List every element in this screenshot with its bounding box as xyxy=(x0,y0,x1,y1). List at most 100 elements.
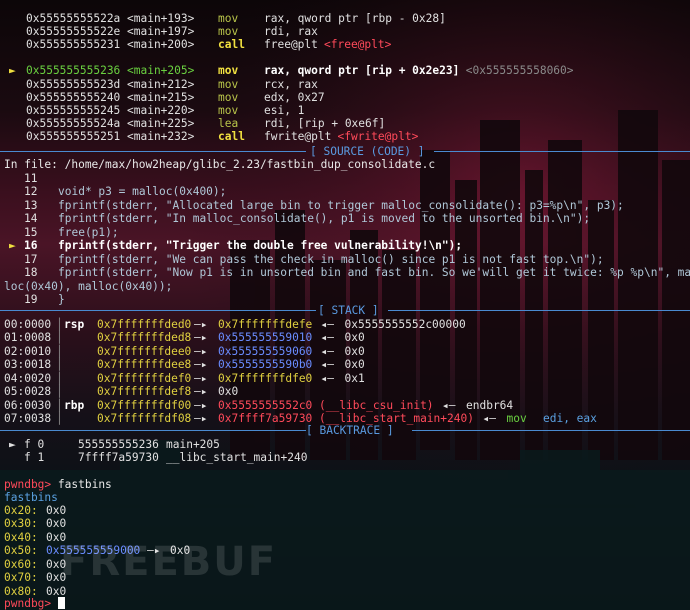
terminal-window: 0x55555555522a <main+193> mov rax, qword pt… xyxy=(0,0,690,610)
disasm-line: 0x55555555522e <main+197> mov rdi, rax xyxy=(0,25,690,38)
stack-value: 0x0 xyxy=(218,385,239,399)
stack-value: 0x5555555590b0 xyxy=(218,358,313,372)
source-line: 14 fprintf(stderr, "In malloc_consolidate… xyxy=(0,212,690,225)
stack-deref-value: 0x0 xyxy=(344,358,365,372)
fastbin-head: 0x0 xyxy=(46,504,67,517)
stack-arrow: ◂— xyxy=(320,331,334,345)
source-code-text: fprintf(stderr, "Allocated large bin to … xyxy=(58,198,624,212)
instruction-address: 0x55555555523d xyxy=(26,78,121,91)
fastbin-head: 0x0 xyxy=(46,517,67,531)
instruction-address: 0x55555555522a xyxy=(26,12,121,25)
stack-value: 0x5555555552c0 (__libc_csu_init) xyxy=(218,398,434,412)
instruction-operands: rax, qword ptr [rbp - 0x28] xyxy=(264,12,446,25)
source-line: ► 16 fprintf(stderr, "Trigger the double f… xyxy=(0,239,690,252)
instruction-operands: fwrite@plt xyxy=(264,130,332,143)
prompt-label: pwndbg> xyxy=(4,597,52,610)
fastbin-size: 0x40: xyxy=(4,530,38,544)
disasm-line: 0x55555555523d <main+212> mov rcx, rax xyxy=(0,78,690,91)
instruction-symbol: <main+232> xyxy=(127,130,195,143)
stack-index: 04:0020 xyxy=(4,371,52,385)
command-text: fastbins xyxy=(57,478,112,491)
instruction-address: 0x55555555524a xyxy=(26,117,121,130)
fastbin-size: 0x20: xyxy=(4,504,38,517)
source-line-number: 18 xyxy=(24,266,38,280)
stack-separator: [ STACK ] xyxy=(0,304,690,317)
stack-register: rsp xyxy=(64,318,85,331)
stack-divider: │ xyxy=(56,385,63,399)
backtrace-separator: [ BACKTRACE ] xyxy=(0,424,690,437)
instruction-target: <0x555555558060> xyxy=(465,64,574,77)
disasm-line: 0x555555555245 <main+220> mov esi, 1 xyxy=(0,104,690,117)
stack-deref-value: 0x0 xyxy=(344,344,365,358)
instruction-mnemonic: mov xyxy=(218,78,239,91)
instruction-target: <free@plt> xyxy=(324,38,392,51)
source-code-text: fprintf(stderr, "Now p1 is in unsorted b… xyxy=(58,266,690,280)
current-frame-arrow: ► xyxy=(9,438,16,451)
stack-row: 02:0010 │ 0x7fffffffdee0 —▸ 0x555555559060 ◂—… xyxy=(0,345,690,358)
stack-arrow: —▸ xyxy=(194,371,208,385)
stack-header: [ STACK ] xyxy=(318,304,379,317)
stack-row: 06:0030 │ rbp 0x7fffffffdf00 —▸ 0x5555555552c… xyxy=(0,399,690,412)
instruction-symbol: <main+193> xyxy=(127,12,195,25)
source-line-number: 14 xyxy=(24,212,38,226)
backtrace-frame: f 1 7ffff7a59730 __libc_start_main+240 xyxy=(0,451,690,464)
frame-number: f 1 xyxy=(24,451,45,465)
disasm-line: ► 0x555555555236 <main+205> mov rax, qword p… xyxy=(0,64,690,77)
instruction-address: 0x55555555522e xyxy=(26,25,121,38)
source-code-text: free(p1); xyxy=(58,225,119,239)
source-code-text: void* p3 = malloc(0x400); xyxy=(58,185,227,199)
disasm-line: 0x555555555231 <main+200> call free@plt <fre… xyxy=(0,38,690,51)
stack-arrow: ◂— xyxy=(320,318,334,331)
stack-index: 00:0000 xyxy=(4,318,52,331)
instruction-operands: rdi, [rip + 0xe6f] xyxy=(264,117,386,130)
instruction-target: <fwrite@plt> xyxy=(337,130,419,143)
source-code-text: fprintf(stderr, "In malloc_consolidate()… xyxy=(58,212,591,226)
stack-arrow: —▸ xyxy=(194,331,208,345)
stack-divider: │ xyxy=(56,371,63,385)
source-line: 17 fprintf(stderr, "We can pass the check… xyxy=(0,253,690,266)
source-line-number: 13 xyxy=(24,198,38,212)
stack-arrow: ◂— xyxy=(320,358,334,372)
fastbin-entry: 0x80: 0x0 xyxy=(0,585,690,598)
instruction-mnemonic: mov xyxy=(218,64,239,77)
instruction-symbol: <main+220> xyxy=(127,104,195,117)
source-line: loc(0x40), malloc(0x40)); xyxy=(0,280,690,293)
instruction-address: 0x555555555251 xyxy=(26,130,121,143)
source-line-number: 12 xyxy=(24,185,38,199)
watermark-logo: FREEBUF xyxy=(60,539,278,585)
stack-index: 03:0018 xyxy=(4,358,52,372)
instruction-address: 0x555555555236 xyxy=(26,64,121,77)
stack-deref-value: endbr64 xyxy=(466,398,514,412)
stack-arrow: —▸ xyxy=(194,358,208,372)
stack-register: rbp xyxy=(64,398,85,412)
stack-divider: │ xyxy=(56,344,63,358)
stack-row: 03:0018 │ 0x7fffffffdee8 —▸ 0x5555555590b0 ◂—… xyxy=(0,358,690,371)
fastbin-entry: 0x30: 0x0 xyxy=(0,517,690,530)
backtrace-frame: ► f 0 555555555236 main+205 xyxy=(0,438,690,451)
input-prompt-line[interactable]: pwndbg> xyxy=(4,597,65,610)
prompt-label: pwndbg> xyxy=(4,478,52,491)
stack-value: 0x555555559060 xyxy=(218,344,313,358)
instruction-symbol: <main+200> xyxy=(127,38,195,51)
source-line-number: 17 xyxy=(24,252,38,266)
instruction-mnemonic: call xyxy=(218,38,245,51)
instruction-symbol: <main+225> xyxy=(127,117,195,130)
instruction-operands: free@plt xyxy=(264,38,318,51)
instruction-operands: rdi, rax xyxy=(264,25,318,38)
stack-address: 0x7fffffffded0 xyxy=(97,318,192,331)
disasm-line: 0x555555555240 <main+215> mov edx, 0x27 xyxy=(0,91,690,104)
stack-index: 01:0008 xyxy=(4,331,52,345)
current-line-arrow: ► xyxy=(9,239,16,253)
instruction-mnemonic: mov xyxy=(218,12,239,25)
stack-row: 00:0000 │ rsp 0x7fffffffded0 —▸ 0x7fffffffdef… xyxy=(0,318,690,331)
stack-arrow: —▸ xyxy=(194,385,208,399)
stack-divider: │ xyxy=(56,358,63,372)
stack-row: 04:0020 │ 0x7fffffffdef0 —▸ 0x7fffffffdfe0 ◂—… xyxy=(0,372,690,385)
stack-index: 06:0030 xyxy=(4,398,52,412)
disasm-line: 0x555555555251 <main+232> call fwrite@plt <f… xyxy=(0,130,690,143)
stack-index: 02:0010 xyxy=(4,344,52,358)
source-code-text: fprintf(stderr, "We can pass the check i… xyxy=(58,252,604,266)
source-file-path: In file: /home/max/how2heap/glibc_2.23/f… xyxy=(4,158,436,171)
source-line-number: 16 xyxy=(24,239,38,253)
instruction-symbol: <main+212> xyxy=(127,78,195,91)
